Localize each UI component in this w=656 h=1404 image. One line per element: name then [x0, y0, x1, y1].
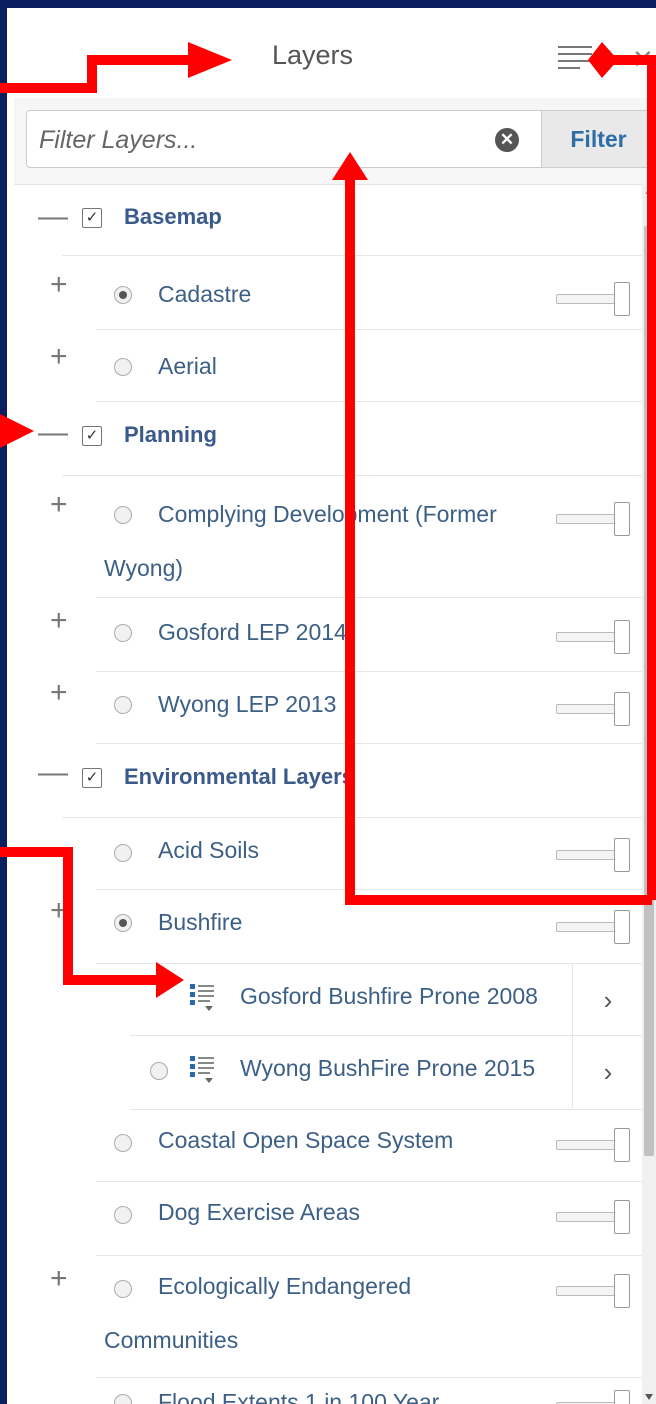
- opacity-slider[interactable]: [556, 692, 632, 726]
- opacity-slider[interactable]: [556, 282, 632, 316]
- scroll-up-icon[interactable]: [645, 188, 653, 194]
- opacity-slider[interactable]: [556, 1128, 632, 1162]
- layer-label[interactable]: Wyong LEP 2013: [158, 676, 336, 732]
- sublayer-label[interactable]: Gosford Bushfire Prone 2008: [240, 968, 538, 1024]
- layer-radio[interactable]: [114, 506, 132, 524]
- group-label: Planning: [124, 422, 217, 447]
- clear-circle-icon[interactable]: ✕: [495, 128, 519, 152]
- layer-radio[interactable]: [114, 1206, 132, 1224]
- layer-radio[interactable]: [114, 844, 132, 862]
- opacity-slider[interactable]: [556, 1200, 632, 1234]
- layer-label[interactable]: Aerial: [158, 338, 217, 394]
- layer-radio[interactable]: [114, 696, 132, 714]
- filter-bar: ✕ Filter: [14, 98, 656, 185]
- collapse-toggle[interactable]: —: [38, 758, 68, 788]
- opacity-slider[interactable]: [556, 1390, 632, 1404]
- scrollbar[interactable]: [642, 184, 656, 1404]
- scrollbar-thumb[interactable]: [644, 226, 654, 1156]
- filter-button[interactable]: Filter: [542, 110, 656, 168]
- opacity-slider[interactable]: [556, 838, 632, 872]
- chevron-right-icon[interactable]: ›: [572, 964, 643, 1036]
- filter-input-wrapper: ✕: [26, 110, 542, 168]
- layer-label[interactable]: Coastal Open Space System: [158, 1112, 453, 1168]
- collapse-toggle[interactable]: —: [38, 202, 68, 232]
- layer-label-continued[interactable]: Communities: [104, 1312, 238, 1368]
- layer-label[interactable]: Ecologically Endangered: [158, 1258, 411, 1314]
- opacity-slider[interactable]: [556, 620, 632, 654]
- layer-radio[interactable]: [114, 914, 132, 932]
- legend-icon[interactable]: [190, 982, 218, 1012]
- chevron-right-icon[interactable]: ›: [572, 1036, 643, 1108]
- layer-radio[interactable]: [114, 1280, 132, 1298]
- layer-label[interactable]: Cadastre: [158, 266, 251, 322]
- expand-toggle[interactable]: +: [50, 342, 68, 372]
- expand-toggle[interactable]: +: [50, 678, 68, 708]
- expand-toggle[interactable]: +: [50, 606, 68, 636]
- legend-icon[interactable]: [190, 1054, 218, 1084]
- collapse-toggle[interactable]: —: [38, 418, 68, 448]
- sublayer-label[interactable]: Wyong BushFire Prone 2015: [240, 1040, 535, 1096]
- opacity-slider[interactable]: [556, 910, 632, 944]
- expand-toggle[interactable]: +: [50, 490, 68, 520]
- menu-lines-icon[interactable]: [558, 44, 592, 74]
- filter-input[interactable]: [37, 119, 481, 161]
- layer-radio[interactable]: [114, 1134, 132, 1152]
- opacity-slider[interactable]: [556, 502, 632, 536]
- close-icon[interactable]: ✕: [632, 44, 654, 75]
- layer-label[interactable]: Dog Exercise Areas: [158, 1184, 360, 1240]
- layer-label[interactable]: Complying Development (Former: [158, 486, 497, 542]
- sublayer-radio[interactable]: [150, 1062, 168, 1080]
- group-label: Basemap: [124, 204, 222, 229]
- layer-label[interactable]: Acid Soils: [158, 822, 259, 878]
- layer-label-continued[interactable]: Wyong): [104, 540, 183, 596]
- panel-title: Layers: [272, 40, 354, 70]
- layer-label[interactable]: Bushfire: [158, 894, 242, 950]
- scroll-down-icon[interactable]: [645, 1394, 653, 1400]
- layer-radio[interactable]: [114, 624, 132, 642]
- layer-list: — ✓ Basemap + Cadastre + Aerial — ✓ Plan…: [14, 184, 642, 1404]
- layers-panel: Layers ✕ ✕ Filter — ✓ Basemap + Cadastre…: [14, 16, 656, 1404]
- group-checkbox[interactable]: ✓: [82, 768, 102, 788]
- layer-label[interactable]: Flood Extents 1 in 100 Year: [158, 1374, 439, 1404]
- expand-toggle[interactable]: +: [50, 270, 68, 300]
- panel-header: Layers ✕: [14, 16, 656, 98]
- opacity-slider[interactable]: [556, 1274, 632, 1308]
- group-checkbox[interactable]: ✓: [82, 208, 102, 228]
- layer-radio[interactable]: [114, 286, 132, 304]
- layer-radio[interactable]: [114, 358, 132, 376]
- group-checkbox[interactable]: ✓: [82, 426, 102, 446]
- expand-toggle[interactable]: +: [50, 896, 68, 926]
- layer-label[interactable]: Gosford LEP 2014: [158, 604, 347, 660]
- group-label: Environmental Layers: [124, 764, 354, 789]
- expand-toggle[interactable]: +: [50, 1264, 68, 1294]
